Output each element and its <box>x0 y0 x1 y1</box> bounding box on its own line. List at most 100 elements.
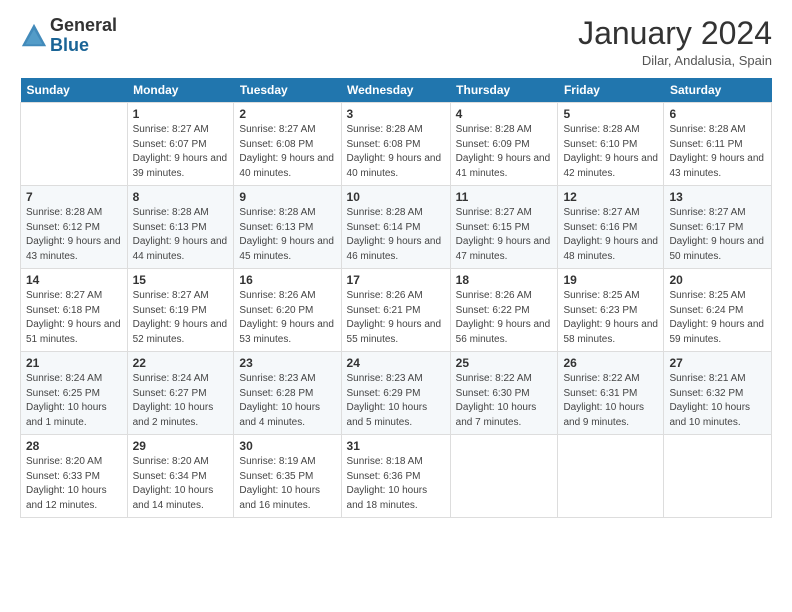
page: General Blue January 2024 Dilar, Andalus… <box>0 0 792 612</box>
table-row: 19 Sunrise: 8:25 AMSunset: 6:23 PMDaylig… <box>558 269 664 352</box>
table-row: 20 Sunrise: 8:25 AMSunset: 6:24 PMDaylig… <box>664 269 772 352</box>
day-info: Sunrise: 8:27 AMSunset: 6:16 PMDaylight:… <box>563 207 658 262</box>
day-info: Sunrise: 8:24 AMSunset: 6:25 PMDaylight:… <box>26 373 107 428</box>
day-number: 4 <box>456 107 553 121</box>
day-number: 16 <box>239 273 335 287</box>
day-info: Sunrise: 8:20 AMSunset: 6:33 PMDaylight:… <box>26 456 107 511</box>
table-row: 14 Sunrise: 8:27 AMSunset: 6:18 PMDaylig… <box>21 269 128 352</box>
table-row: 16 Sunrise: 8:26 AMSunset: 6:20 PMDaylig… <box>234 269 341 352</box>
table-row: 10 Sunrise: 8:28 AMSunset: 6:14 PMDaylig… <box>341 186 450 269</box>
day-info: Sunrise: 8:28 AMSunset: 6:14 PMDaylight:… <box>347 207 442 262</box>
day-number: 29 <box>133 439 229 453</box>
day-number: 3 <box>347 107 445 121</box>
calendar-table: Sunday Monday Tuesday Wednesday Thursday… <box>20 78 772 518</box>
day-info: Sunrise: 8:27 AMSunset: 6:15 PMDaylight:… <box>456 207 551 262</box>
day-info: Sunrise: 8:21 AMSunset: 6:32 PMDaylight:… <box>669 373 750 428</box>
header-friday: Friday <box>558 78 664 103</box>
day-number: 14 <box>26 273 122 287</box>
day-info: Sunrise: 8:28 AMSunset: 6:08 PMDaylight:… <box>347 124 442 179</box>
day-number: 17 <box>347 273 445 287</box>
day-number: 7 <box>26 190 122 204</box>
table-row: 15 Sunrise: 8:27 AMSunset: 6:19 PMDaylig… <box>127 269 234 352</box>
day-number: 28 <box>26 439 122 453</box>
day-number: 18 <box>456 273 553 287</box>
header-wednesday: Wednesday <box>341 78 450 103</box>
day-info: Sunrise: 8:23 AMSunset: 6:29 PMDaylight:… <box>347 373 428 428</box>
day-info: Sunrise: 8:27 AMSunset: 6:08 PMDaylight:… <box>239 124 334 179</box>
day-number: 21 <box>26 356 122 370</box>
day-info: Sunrise: 8:25 AMSunset: 6:24 PMDaylight:… <box>669 290 764 345</box>
day-number: 31 <box>347 439 445 453</box>
table-row <box>450 435 558 518</box>
table-row: 18 Sunrise: 8:26 AMSunset: 6:22 PMDaylig… <box>450 269 558 352</box>
day-number: 13 <box>669 190 766 204</box>
table-row: 24 Sunrise: 8:23 AMSunset: 6:29 PMDaylig… <box>341 352 450 435</box>
day-number: 6 <box>669 107 766 121</box>
day-number: 30 <box>239 439 335 453</box>
day-info: Sunrise: 8:18 AMSunset: 6:36 PMDaylight:… <box>347 456 428 511</box>
day-info: Sunrise: 8:27 AMSunset: 6:07 PMDaylight:… <box>133 124 228 179</box>
week-row-2: 7 Sunrise: 8:28 AMSunset: 6:12 PMDayligh… <box>21 186 772 269</box>
day-number: 22 <box>133 356 229 370</box>
day-info: Sunrise: 8:22 AMSunset: 6:31 PMDaylight:… <box>563 373 644 428</box>
week-row-3: 14 Sunrise: 8:27 AMSunset: 6:18 PMDaylig… <box>21 269 772 352</box>
day-number: 25 <box>456 356 553 370</box>
day-number: 19 <box>563 273 658 287</box>
day-info: Sunrise: 8:25 AMSunset: 6:23 PMDaylight:… <box>563 290 658 345</box>
day-number: 15 <box>133 273 229 287</box>
day-number: 5 <box>563 107 658 121</box>
title-block: January 2024 Dilar, Andalusia, Spain <box>578 16 772 68</box>
logo-general: General <box>50 15 117 35</box>
day-info: Sunrise: 8:28 AMSunset: 6:12 PMDaylight:… <box>26 207 121 262</box>
table-row: 17 Sunrise: 8:26 AMSunset: 6:21 PMDaylig… <box>341 269 450 352</box>
day-number: 2 <box>239 107 335 121</box>
table-row: 30 Sunrise: 8:19 AMSunset: 6:35 PMDaylig… <box>234 435 341 518</box>
day-number: 23 <box>239 356 335 370</box>
day-number: 10 <box>347 190 445 204</box>
day-number: 11 <box>456 190 553 204</box>
table-row <box>21 103 128 186</box>
header-tuesday: Tuesday <box>234 78 341 103</box>
table-row <box>664 435 772 518</box>
day-info: Sunrise: 8:28 AMSunset: 6:10 PMDaylight:… <box>563 124 658 179</box>
day-number: 20 <box>669 273 766 287</box>
day-info: Sunrise: 8:28 AMSunset: 6:13 PMDaylight:… <box>133 207 228 262</box>
header: General Blue January 2024 Dilar, Andalus… <box>20 16 772 68</box>
day-info: Sunrise: 8:24 AMSunset: 6:27 PMDaylight:… <box>133 373 214 428</box>
table-row: 31 Sunrise: 8:18 AMSunset: 6:36 PMDaylig… <box>341 435 450 518</box>
day-info: Sunrise: 8:27 AMSunset: 6:17 PMDaylight:… <box>669 207 764 262</box>
weekday-header-row: Sunday Monday Tuesday Wednesday Thursday… <box>21 78 772 103</box>
day-number: 9 <box>239 190 335 204</box>
day-number: 1 <box>133 107 229 121</box>
day-number: 8 <box>133 190 229 204</box>
table-row: 4 Sunrise: 8:28 AMSunset: 6:09 PMDayligh… <box>450 103 558 186</box>
logo-icon <box>20 22 48 50</box>
logo: General Blue <box>20 16 117 56</box>
table-row: 8 Sunrise: 8:28 AMSunset: 6:13 PMDayligh… <box>127 186 234 269</box>
table-row: 28 Sunrise: 8:20 AMSunset: 6:33 PMDaylig… <box>21 435 128 518</box>
table-row: 12 Sunrise: 8:27 AMSunset: 6:16 PMDaylig… <box>558 186 664 269</box>
table-row: 11 Sunrise: 8:27 AMSunset: 6:15 PMDaylig… <box>450 186 558 269</box>
day-info: Sunrise: 8:27 AMSunset: 6:19 PMDaylight:… <box>133 290 228 345</box>
day-number: 26 <box>563 356 658 370</box>
header-monday: Monday <box>127 78 234 103</box>
header-thursday: Thursday <box>450 78 558 103</box>
day-info: Sunrise: 8:28 AMSunset: 6:13 PMDaylight:… <box>239 207 334 262</box>
location: Dilar, Andalusia, Spain <box>578 53 772 68</box>
week-row-1: 1 Sunrise: 8:27 AMSunset: 6:07 PMDayligh… <box>21 103 772 186</box>
day-info: Sunrise: 8:19 AMSunset: 6:35 PMDaylight:… <box>239 456 320 511</box>
table-row: 22 Sunrise: 8:24 AMSunset: 6:27 PMDaylig… <box>127 352 234 435</box>
day-number: 24 <box>347 356 445 370</box>
table-row: 27 Sunrise: 8:21 AMSunset: 6:32 PMDaylig… <box>664 352 772 435</box>
table-row: 6 Sunrise: 8:28 AMSunset: 6:11 PMDayligh… <box>664 103 772 186</box>
day-info: Sunrise: 8:20 AMSunset: 6:34 PMDaylight:… <box>133 456 214 511</box>
header-saturday: Saturday <box>664 78 772 103</box>
day-info: Sunrise: 8:22 AMSunset: 6:30 PMDaylight:… <box>456 373 537 428</box>
table-row: 1 Sunrise: 8:27 AMSunset: 6:07 PMDayligh… <box>127 103 234 186</box>
table-row: 2 Sunrise: 8:27 AMSunset: 6:08 PMDayligh… <box>234 103 341 186</box>
day-number: 27 <box>669 356 766 370</box>
week-row-5: 28 Sunrise: 8:20 AMSunset: 6:33 PMDaylig… <box>21 435 772 518</box>
logo-blue: Blue <box>50 35 89 55</box>
table-row: 3 Sunrise: 8:28 AMSunset: 6:08 PMDayligh… <box>341 103 450 186</box>
table-row: 21 Sunrise: 8:24 AMSunset: 6:25 PMDaylig… <box>21 352 128 435</box>
